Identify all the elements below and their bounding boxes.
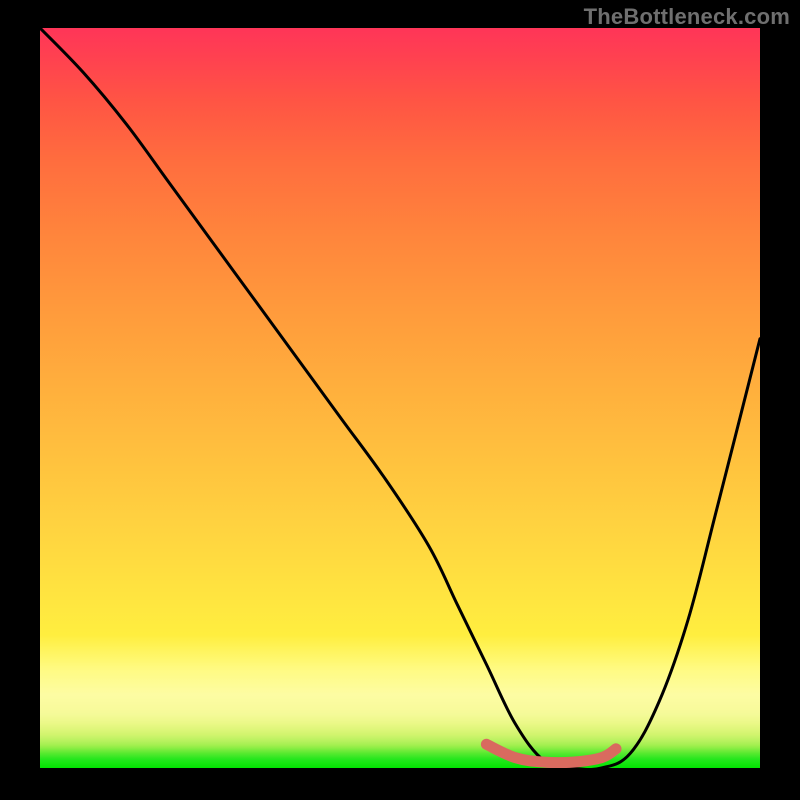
curve-layer [40,28,760,768]
chart-frame: TheBottleneck.com [0,0,800,800]
watermark-text: TheBottleneck.com [584,4,790,30]
target-zone-path [486,744,616,762]
plot-area [40,28,760,768]
bottleneck-curve-path [40,28,760,768]
